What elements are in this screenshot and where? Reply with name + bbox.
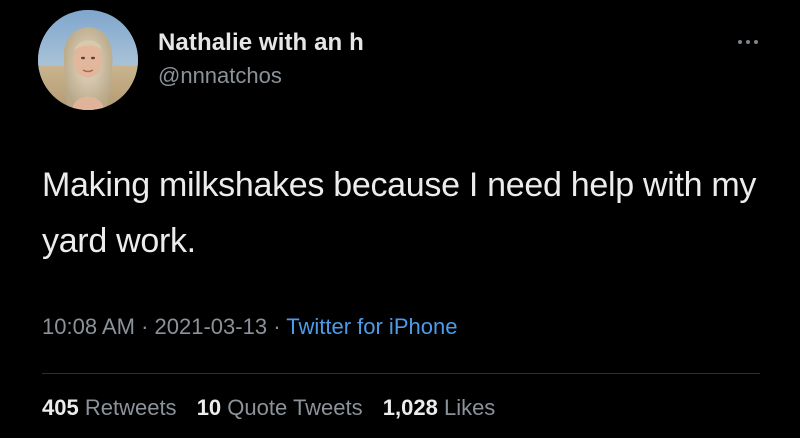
display-name[interactable]: Nathalie with an h	[158, 29, 364, 57]
user-handle[interactable]: @nnnatchos	[158, 63, 282, 89]
likes-stat[interactable]: 1,028 Likes	[383, 395, 496, 420]
retweets-stat[interactable]: 405 Retweets	[42, 395, 177, 420]
avatar[interactable]	[38, 10, 138, 110]
quote-tweets-label: Quote Tweets	[227, 395, 363, 420]
retweets-count: 405	[42, 395, 79, 420]
dot-icon	[754, 40, 758, 44]
tweet-stats: 405 Retweets 10 Quote Tweets 1,028 Likes	[42, 395, 509, 421]
quote-tweets-stat[interactable]: 10 Quote Tweets	[197, 395, 363, 420]
likes-label: Likes	[443, 395, 496, 420]
meta-separator: ·	[273, 314, 281, 339]
avatar-image	[38, 10, 138, 110]
tweet-meta: 10:08 AM · 2021-03-13 · Twitter for iPho…	[42, 314, 457, 340]
tweet-card: Nathalie with an h @nnnatchos Making mil…	[0, 0, 800, 438]
divider	[42, 373, 760, 374]
tweet-time[interactable]: 10:08 AM	[42, 314, 135, 339]
quote-tweets-count: 10	[196, 395, 222, 420]
retweets-label: Retweets	[84, 395, 177, 420]
tweet-date[interactable]: 2021-03-13	[155, 314, 268, 339]
more-horizontal-icon[interactable]	[734, 32, 764, 52]
tweet-source-link[interactable]: Twitter for iPhone	[286, 314, 457, 339]
likes-count: 1,028	[382, 395, 438, 420]
tweet-text: Making milkshakes because I need help wi…	[42, 166, 757, 260]
meta-separator: ·	[141, 314, 149, 339]
dot-icon	[746, 40, 750, 44]
dot-icon	[738, 40, 742, 44]
